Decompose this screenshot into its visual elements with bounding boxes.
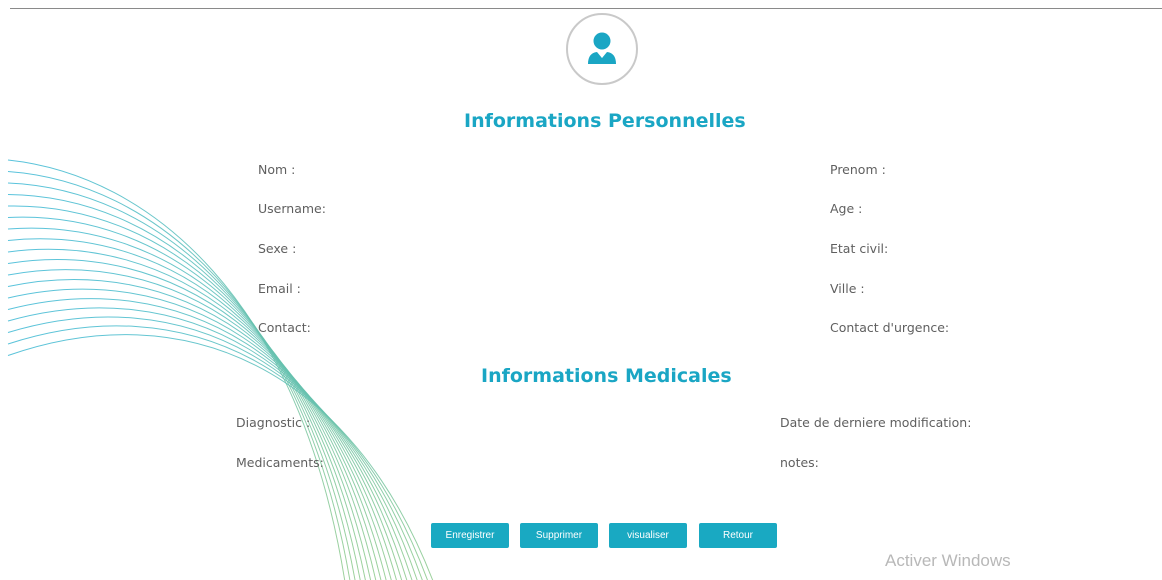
activate-windows-watermark: Activer Windows bbox=[885, 551, 1011, 570]
wave-line bbox=[7, 269, 397, 580]
wave-line bbox=[7, 238, 382, 580]
contact-urgence-label: Contact d'urgence: bbox=[830, 320, 950, 335]
wave-line bbox=[7, 216, 372, 580]
date-modification-label: Date de derniere modification: bbox=[780, 415, 972, 430]
wave-line bbox=[7, 334, 434, 580]
username-label: Username: bbox=[258, 201, 326, 216]
medical-info-title: Informations Medicales bbox=[481, 365, 732, 387]
decorative-waves bbox=[7, 159, 434, 580]
wave-line bbox=[7, 159, 346, 580]
top-divider bbox=[10, 8, 1162, 9]
avatar bbox=[566, 13, 638, 85]
wave-line bbox=[7, 298, 413, 580]
notes-label: notes: bbox=[780, 455, 819, 470]
wave-line bbox=[7, 194, 361, 580]
sexe-label: Sexe : bbox=[258, 241, 297, 256]
medicaments-label: Medicaments: bbox=[236, 455, 324, 470]
retour-button[interactable]: Retour bbox=[699, 523, 777, 548]
personal-info-title: Informations Personnelles bbox=[464, 110, 746, 132]
wave-line bbox=[7, 171, 351, 580]
patient-info-page: Informations Personnelles Nom : Prenom :… bbox=[0, 0, 1162, 580]
etat-civil-label: Etat civil: bbox=[830, 241, 889, 256]
age-label: Age : bbox=[830, 201, 863, 216]
wave-line bbox=[7, 227, 377, 580]
supprimer-button[interactable]: Supprimer bbox=[520, 523, 598, 548]
wave-line bbox=[7, 205, 366, 580]
prenom-label: Prenom : bbox=[830, 162, 886, 177]
wave-line bbox=[7, 279, 403, 580]
wave-line bbox=[7, 248, 387, 580]
user-icon bbox=[588, 32, 616, 64]
diagnostic-label: Diagnostic : bbox=[236, 415, 311, 430]
email-label: Email : bbox=[258, 281, 301, 296]
contact-label: Contact: bbox=[258, 320, 311, 335]
ville-label: Ville : bbox=[830, 281, 865, 296]
wave-line bbox=[7, 182, 356, 580]
visualiser-button[interactable]: visualiser bbox=[609, 523, 687, 548]
wave-line bbox=[7, 259, 392, 580]
wave-line bbox=[7, 307, 418, 580]
nom-label: Nom : bbox=[258, 162, 296, 177]
wave-line bbox=[7, 288, 408, 580]
wave-line bbox=[7, 316, 423, 580]
enregistrer-button[interactable]: Enregistrer bbox=[431, 523, 509, 548]
wave-line bbox=[7, 325, 428, 580]
